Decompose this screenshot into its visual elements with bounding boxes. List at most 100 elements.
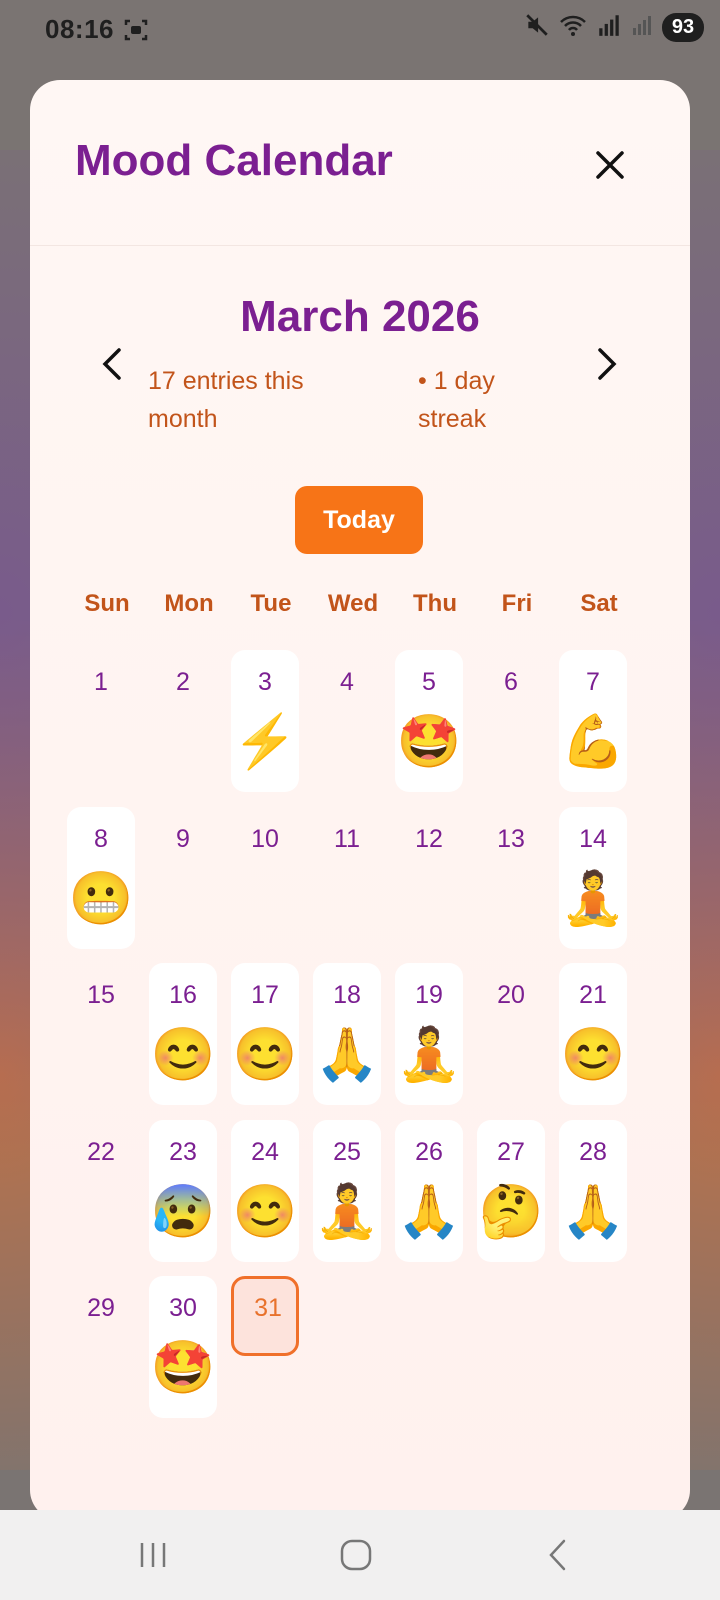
- mood-emoji: 🧘: [396, 1026, 462, 1084]
- day-cell[interactable]: 31: [231, 1276, 299, 1356]
- day-cell[interactable]: 18 🙏: [313, 963, 381, 1105]
- mood-emoji: 😊: [232, 1026, 298, 1084]
- day-cell[interactable]: 14 🧘: [559, 806, 627, 949]
- day-cell[interactable]: 10: [231, 807, 299, 949]
- day-cell[interactable]: 25 🧘: [313, 1119, 381, 1262]
- day-number: 9: [176, 824, 190, 853]
- day-cell[interactable]: 28 🙏: [559, 1119, 627, 1262]
- recents-icon: [140, 1543, 166, 1567]
- day-cell[interactable]: 16 😊: [149, 963, 217, 1105]
- day-number: 12: [415, 824, 443, 853]
- day-cell[interactable]: 7 💪: [559, 650, 627, 792]
- day-cell[interactable]: 20: [477, 963, 545, 1105]
- day-number: 5: [422, 668, 436, 696]
- calendar-grid: 1 2 3 ⚡ 4 5 🤩 6 7 💪 8 😬 9 10 11 12 13 14 🧘 15 16 😊 17 😊 18 🙏 19 🧘 20…: [66, 650, 666, 1520]
- back-button[interactable]: [533, 1532, 583, 1578]
- weekday-sat: Sat: [580, 590, 618, 617]
- status-bar: 08:16 93: [0, 0, 720, 62]
- day-cell[interactable]: 1: [67, 650, 135, 792]
- day-number: 26: [415, 1137, 443, 1166]
- screenshot-icon: [124, 18, 148, 42]
- day-cell[interactable]: 24 😊: [231, 1119, 299, 1262]
- month-title: March 2026: [240, 292, 480, 341]
- mood-emoji: 😊: [232, 1182, 298, 1241]
- day-number: 30: [169, 1294, 197, 1322]
- battery-indicator: 93: [662, 13, 704, 42]
- day-cell[interactable]: 29: [67, 1276, 135, 1418]
- day-number: 18: [333, 981, 361, 1009]
- day-number: 22: [87, 1137, 115, 1166]
- day-cell[interactable]: 3 ⚡: [231, 650, 299, 792]
- day-number: 21: [579, 981, 607, 1009]
- mood-emoji: ⚡: [232, 713, 298, 771]
- day-cell[interactable]: 17 😊: [231, 963, 299, 1105]
- day-number: 7: [586, 668, 600, 696]
- day-cell[interactable]: 19 🧘: [395, 963, 463, 1105]
- day-cell[interactable]: 5 🤩: [395, 650, 463, 792]
- day-number: 15: [87, 981, 115, 1009]
- weekday-sun: Sun: [84, 590, 130, 617]
- system-nav-bar: [0, 1510, 720, 1600]
- day-cell[interactable]: 4: [313, 650, 381, 792]
- day-number: 20: [497, 981, 525, 1009]
- day-number: 11: [334, 824, 360, 853]
- day-cell[interactable]: 22: [67, 1120, 135, 1262]
- back-icon: [549, 1539, 566, 1571]
- today-button[interactable]: Today: [295, 486, 423, 554]
- day-number: 29: [87, 1294, 115, 1322]
- chevron-right-icon: [598, 348, 617, 380]
- home-button[interactable]: [331, 1532, 381, 1578]
- day-number: 31: [254, 1294, 282, 1322]
- mood-emoji: 😊: [150, 1026, 216, 1084]
- mood-emoji: 💪: [560, 713, 626, 771]
- next-month-button[interactable]: [585, 342, 629, 386]
- dialog-header: Mood Calendar: [30, 80, 690, 246]
- mood-emoji: 🙏: [396, 1182, 462, 1241]
- close-button[interactable]: [585, 140, 635, 190]
- day-cell[interactable]: 12: [395, 807, 463, 949]
- day-number: 13: [497, 824, 525, 853]
- mood-emoji: 🧘: [560, 869, 626, 928]
- day-cell[interactable]: 6: [477, 650, 545, 792]
- day-number: 4: [340, 668, 354, 696]
- day-cell[interactable]: 21 😊: [559, 963, 627, 1105]
- day-cell[interactable]: 30 🤩: [149, 1276, 217, 1418]
- day-cell[interactable]: 15: [67, 963, 135, 1105]
- day-number: 8: [94, 824, 108, 853]
- day-number: 14: [579, 824, 607, 853]
- signal-icon: [630, 12, 654, 43]
- day-number: 10: [251, 824, 279, 853]
- dialog-title: Mood Calendar: [75, 136, 393, 185]
- streak-count: • 1 day streak: [418, 367, 495, 433]
- day-number: 2: [176, 668, 190, 696]
- weekday-tue: Tue: [250, 590, 292, 617]
- mood-emoji: 🤩: [396, 713, 462, 771]
- mood-emoji: 😰: [150, 1182, 216, 1241]
- day-cell[interactable]: 11: [313, 807, 381, 949]
- day-cell[interactable]: 8 😬: [67, 806, 135, 949]
- day-cell[interactable]: 27 🤔: [477, 1119, 545, 1262]
- day-cell[interactable]: 13: [477, 807, 545, 949]
- day-cell[interactable]: 26 🙏: [395, 1119, 463, 1262]
- weekday-wed: Wed: [327, 590, 379, 617]
- weekday-fri: Fri: [501, 590, 533, 617]
- mood-emoji: 🤔: [478, 1182, 544, 1241]
- recents-button[interactable]: [128, 1532, 178, 1578]
- mute-icon: [524, 12, 550, 43]
- day-cell[interactable]: 9: [149, 807, 217, 949]
- day-number: 24: [251, 1137, 279, 1166]
- mood-emoji: 😬: [68, 869, 134, 928]
- day-cell[interactable]: 2: [149, 650, 217, 792]
- wifi-icon: [558, 12, 588, 43]
- chevron-left-icon: [102, 348, 121, 380]
- day-number: 23: [169, 1137, 197, 1166]
- day-cell[interactable]: 23 😰: [149, 1119, 217, 1262]
- mood-emoji: 🙏: [314, 1026, 380, 1084]
- day-number: 3: [258, 668, 272, 696]
- home-icon: [340, 1539, 372, 1571]
- day-number: 19: [415, 981, 443, 1009]
- day-number: 16: [169, 981, 197, 1009]
- previous-month-button[interactable]: [90, 342, 134, 386]
- signal-r-icon: [596, 12, 622, 43]
- day-number: 28: [579, 1137, 607, 1166]
